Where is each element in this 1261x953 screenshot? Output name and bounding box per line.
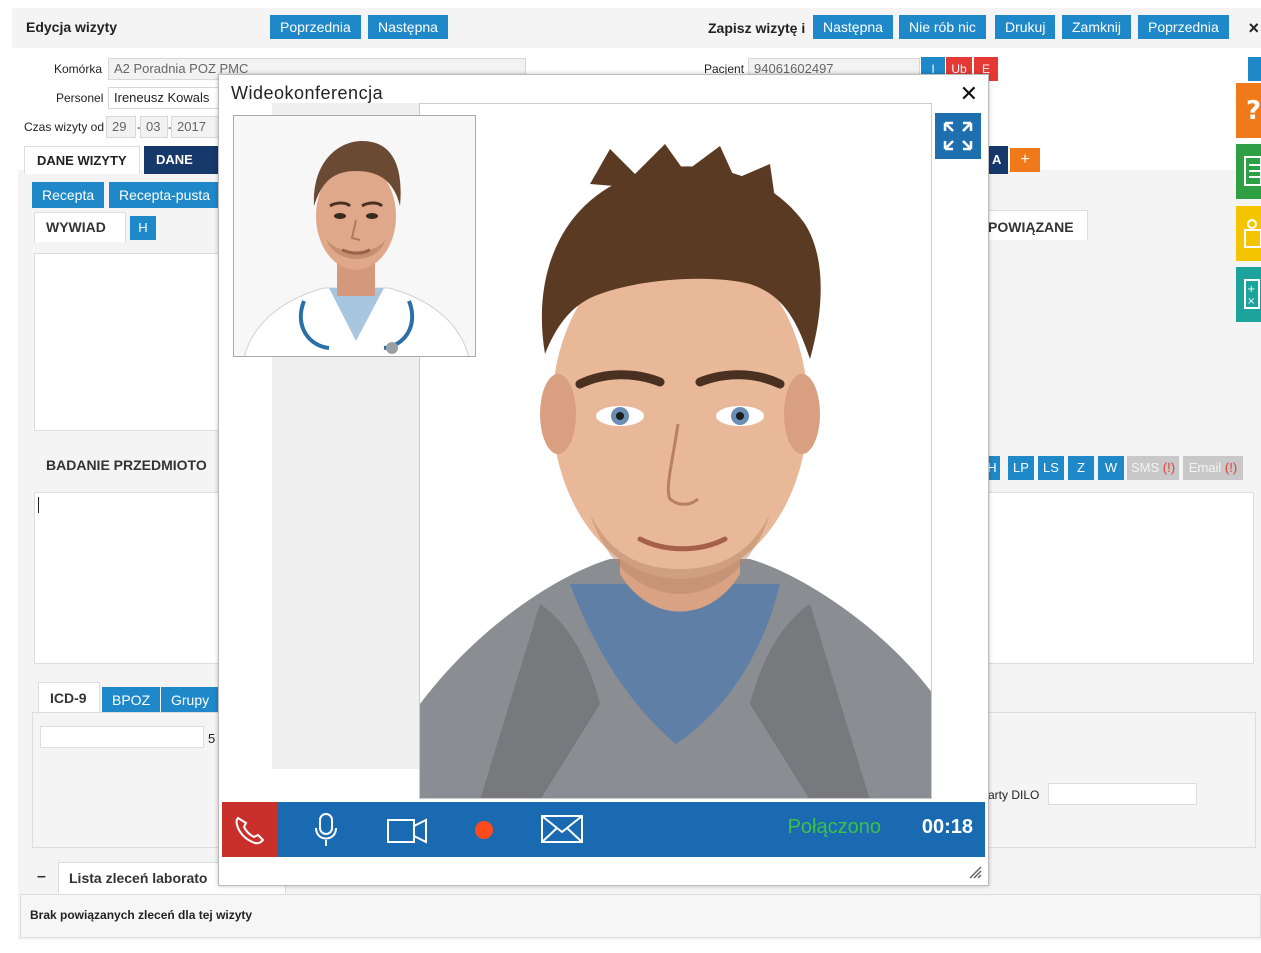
lista-zlecen-title: Lista zleceń laborato [69,870,208,886]
mail-icon[interactable] [540,812,584,846]
badanie-textarea[interactable] [34,492,224,664]
tab-dane-wizyty[interactable]: DANE WIZYTY [24,146,140,174]
side-small-button[interactable] [1248,57,1261,81]
recepta-pusta-button[interactable]: Recepta-pusta [109,182,221,208]
badanie-button-z[interactable]: Z [1068,456,1094,480]
year-value: 2017 [177,119,206,134]
calculator-icon[interactable]: + × [1236,267,1261,322]
personel-field[interactable]: Ireneusz Kowals [108,87,220,109]
resize-grip-icon[interactable] [968,865,982,879]
tab-dane-me[interactable]: DANE ME [144,146,218,174]
page-title: Edycja wizyty [26,19,118,35]
badanie-title: BADANIE PRZEDMIOTO [46,457,207,473]
icd-search-input[interactable] [40,726,204,748]
tab-grupy[interactable]: Grupy [161,687,220,713]
connection-status: Połączono [787,816,881,838]
close-icon[interactable]: × [1248,18,1259,39]
save-prev-button[interactable]: Poprzednia [1138,15,1229,39]
badanie-button-lp[interactable]: LP [1008,456,1034,480]
svg-text:×: × [1247,296,1255,307]
day-field[interactable]: 29 [106,116,136,138]
tab-icd9[interactable]: ICD-9 [50,690,87,706]
tab-a[interactable]: A [988,146,1008,174]
app-window: Edycja wizyty Poprzednia Następna Zapisz… [0,0,1261,953]
lista-empty-message: Brak powiązanych zleceń dla tej wizyty [30,908,253,922]
remote-video-feed [419,103,932,799]
sms-warning: (!) [1162,460,1176,475]
dialog-title: Wideokonferencja [231,83,384,103]
email-button[interactable]: Email (!) [1183,456,1243,480]
close-button[interactable]: Zamknij [1062,15,1132,39]
svg-text:+: + [1247,284,1255,295]
karty-dilo-label: arty DILO [988,788,1040,802]
call-timer: 00:18 [921,816,973,838]
karty-dilo-field[interactable] [1048,783,1197,805]
svg-text:?: ? [1246,96,1261,126]
text-cursor [38,497,39,513]
camera-icon[interactable] [386,812,428,848]
recepta-button[interactable]: Recepta [32,182,105,208]
document-icon[interactable] [1236,144,1261,199]
next-visit-button[interactable]: Następna [368,15,448,39]
badanie-textarea-right[interactable] [984,492,1254,664]
local-video-feed [233,115,476,357]
powiazane-title[interactable]: POWIĄZANE [988,219,1074,235]
side-orange-icon[interactable]: ? [1236,83,1261,138]
komorka-label: Komórka [54,62,103,76]
email-label: Email [1188,460,1222,475]
hangup-button[interactable] [222,802,278,857]
close-icon[interactable]: ✕ [960,81,978,107]
czas-label: Czas wizyty od [24,120,105,134]
month-value: 03 [146,119,161,134]
header-bar: Edycja wizyty Poprzednia Następna Zapisz… [12,8,1261,48]
fullscreen-icon[interactable] [935,113,981,159]
collapse-icon[interactable]: – [37,868,46,886]
day-value: 29 [112,119,127,134]
add-tab-button[interactable]: + [1010,148,1040,172]
year-field[interactable]: 2017 [171,116,219,138]
wywiad-title: WYWIAD [46,219,106,235]
phone-icon [235,816,265,845]
record-icon[interactable] [474,820,494,840]
save-next-button[interactable]: Następna [813,15,893,39]
prev-visit-button[interactable]: Poprzednia [270,15,361,39]
badanie-button-w[interactable]: W [1098,456,1124,480]
videoconference-dialog: Wideokonferencja ✕ Połączono 00:18 [218,74,989,886]
sms-button[interactable]: SMS (!) [1127,456,1179,480]
personel-label: Personel [56,91,104,105]
month-field[interactable]: 03 [140,116,168,138]
tab-bpoz[interactable]: BPOZ [102,687,161,713]
print-button[interactable]: Drukuj [995,15,1056,39]
email-warning: (!) [1224,460,1238,475]
call-control-bar: Połączono 00:18 [222,802,985,857]
wywiad-h-button[interactable]: H [130,216,156,240]
save-visit-label: Zapisz wizytę i [708,20,806,36]
wywiad-textarea[interactable] [34,253,224,431]
do-nothing-button[interactable]: Nie rób nic [899,15,986,39]
video-call-icon[interactable] [1236,206,1261,261]
icd-count: 5 [208,731,216,746]
sms-label: SMS [1130,460,1160,475]
personel-value: Ireneusz Kowals [114,90,210,105]
badanie-button-ls[interactable]: LS [1038,456,1064,480]
microphone-icon[interactable] [314,812,338,848]
